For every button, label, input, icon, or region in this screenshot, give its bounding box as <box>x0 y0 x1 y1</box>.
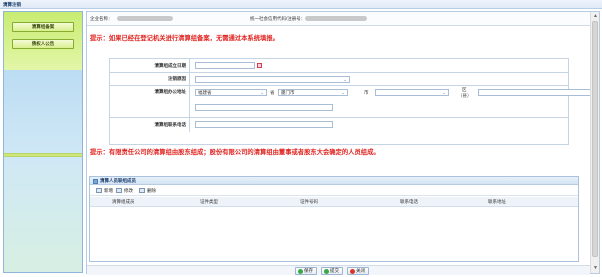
close-label: 关闭 <box>356 268 365 273</box>
province-select[interactable]: 福建省 ⌄ <box>195 89 267 96</box>
close-icon <box>350 269 355 274</box>
tip-bottom: 提示：有限责任公司的清算组由股东组成；股份有限公司的清算组由董事或者股东大会确定… <box>90 149 380 156</box>
add-member-button[interactable]: 新增 <box>96 187 113 194</box>
save-label: 保存 <box>304 268 313 273</box>
panel-icon <box>93 178 98 184</box>
members-toolbar: 新增 修改 删除 <box>90 185 578 196</box>
chevron-down-icon: ⌄ <box>343 77 347 82</box>
phone-input[interactable] <box>195 121 333 128</box>
footer-bar: 保存 提交 关闭 <box>87 265 590 275</box>
scroll-up-icon[interactable]: ▲ <box>592 13 599 20</box>
submit-icon <box>324 269 329 274</box>
date-input[interactable] <box>195 62 255 69</box>
scroll-down-icon[interactable]: ▼ <box>592 265 599 272</box>
form-row-phone: 清算组联系电话 <box>110 118 568 132</box>
delete-member-label: 删除 <box>147 188 156 193</box>
sidebar-item-liquidation-filing[interactable]: 清算组备案 <box>12 22 74 32</box>
district-suffix-county: （县） <box>458 93 472 98</box>
province-suffix: 省 <box>270 90 275 95</box>
main-content: 企业名称： 统一社会信用代码/注册号： 提示：如果已经在登记机关进行清算组备案，… <box>86 11 600 275</box>
close-button[interactable]: 关闭 <box>347 267 369 275</box>
column-header: 清算组成员 <box>112 199 135 204</box>
save-button[interactable]: 保存 <box>295 267 317 275</box>
members-panel: 清算人员联组成员 新增 修改 删除 清算组成员 证件类型 证件号码 联系电话 联… <box>89 176 579 262</box>
reason-select[interactable]: ⌄ <box>195 76 350 83</box>
company-name-value-redacted <box>117 16 173 21</box>
edit-icon <box>116 188 122 193</box>
city-suffix: 市 <box>364 90 369 95</box>
form-row-date: 清算组成立日期 <box>110 59 568 73</box>
column-header: 联系电话 <box>400 199 418 204</box>
tip-top: 提示：如果已经在登记机关进行清算组备案，无需通过本系统填报。 <box>90 35 279 42</box>
chevron-down-icon: ⌄ <box>442 90 446 95</box>
street-input[interactable] <box>478 89 598 96</box>
add-member-label: 新增 <box>104 188 113 193</box>
edit-member-button[interactable]: 修改 <box>116 187 133 194</box>
credit-code-label: 统一社会信用代码/注册号： <box>250 16 306 21</box>
submit-label: 提交 <box>330 268 339 273</box>
submit-button[interactable]: 提交 <box>321 267 343 275</box>
district-select[interactable]: ⌄ <box>375 89 449 96</box>
chevron-down-icon: ⌄ <box>260 90 264 95</box>
sidebar-item-creditor-notice[interactable]: 债权人公告 <box>12 39 74 49</box>
sidebar-divider <box>4 153 82 157</box>
scrollbar-thumb[interactable] <box>592 21 598 257</box>
column-header: 联系地址 <box>488 199 506 204</box>
reason-label: 注销原因 <box>110 73 190 85</box>
add-icon <box>96 188 102 193</box>
column-header: 证件号码 <box>300 199 318 204</box>
window-titlebar: 清算注销 <box>0 0 602 9</box>
window-title: 清算注销 <box>3 2 21 7</box>
province-value: 福建省 <box>198 90 212 95</box>
company-name-label: 企业名称： <box>90 16 113 21</box>
company-info-bar: 企业名称： 统一社会信用代码/注册号： <box>87 12 590 26</box>
city-value: 厦门市 <box>281 90 295 95</box>
sidebar-top-panel: 清算组备案 债权人公告 <box>4 12 82 70</box>
phone-label: 清算组联系电话 <box>110 118 190 132</box>
members-panel-header: 清算人员联组成员 <box>90 177 578 185</box>
save-icon <box>298 269 303 274</box>
edit-member-label: 修改 <box>124 188 133 193</box>
credit-code-value-redacted <box>305 16 367 21</box>
form-row-address: 清算组办公地址 福建省 ⌄ 省 厦门市 ⌄ 市 ⌄ 区 （县） <box>110 86 598 118</box>
calendar-icon[interactable] <box>257 63 262 68</box>
city-select[interactable]: 厦门市 ⌄ <box>278 89 348 96</box>
members-panel-title: 清算人员联组成员 <box>100 178 136 183</box>
vertical-scrollbar[interactable]: ▲ ▼ <box>590 12 599 273</box>
column-header: 证件类型 <box>200 199 218 204</box>
date-label: 清算组成立日期 <box>110 59 190 72</box>
delete-member-button[interactable]: 删除 <box>139 187 156 194</box>
delete-icon <box>139 188 145 193</box>
chevron-down-icon: ⌄ <box>341 90 345 95</box>
address-detail-input[interactable] <box>195 104 333 111</box>
liquidation-form: 清算组成立日期 注销原因 ⌄ 清算组办公地址 福建省 ⌄ 省 厦门市 ⌄ 市 ⌄ <box>109 58 598 145</box>
sidebar: 清算组备案 债权人公告 <box>3 11 83 273</box>
address-label: 清算组办公地址 <box>110 86 190 117</box>
form-row-reason: 注销原因 ⌄ <box>110 73 568 86</box>
members-table-header: 清算组成员 证件类型 证件号码 联系电话 联系地址 <box>90 197 578 207</box>
